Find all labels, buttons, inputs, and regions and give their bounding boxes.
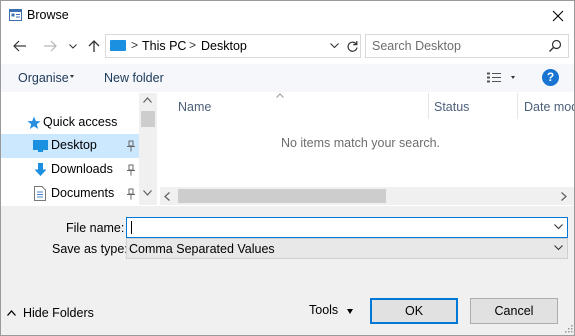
- file-list-pane: Name Status Date mod No items match your…: [160, 93, 575, 205]
- text-cursor: [131, 221, 132, 234]
- sidebar-item-documents[interactable]: Documents: [0, 182, 139, 206]
- breadcrumb-desktop[interactable]: Desktop: [201, 39, 247, 53]
- download-icon: [34, 163, 47, 176]
- command-bar: Organise New folder ?: [0, 64, 575, 92]
- close-icon: [552, 10, 563, 21]
- scroll-down-icon[interactable]: [143, 190, 152, 196]
- sidebar-item-label: Quick access: [43, 115, 118, 129]
- chevron-down-icon: [554, 245, 563, 251]
- close-button[interactable]: [541, 1, 574, 30]
- sidebar-item-downloads[interactable]: Downloads: [0, 158, 139, 182]
- recent-locations-button[interactable]: [66, 37, 80, 55]
- sidebar-item-label: Documents: [51, 186, 115, 200]
- column-header-date-modified[interactable]: Date mod: [524, 100, 575, 114]
- navigation-pane: Quick access Desktop Downloads Documents: [0, 93, 157, 205]
- star-icon: [27, 116, 41, 129]
- ok-button[interactable]: OK: [370, 298, 458, 324]
- filename-combobox[interactable]: [126, 217, 568, 238]
- up-arrow-icon: [88, 40, 100, 52]
- horizontal-scrollbar[interactable]: [160, 187, 575, 205]
- chevron-down-icon[interactable]: [554, 224, 563, 230]
- forward-arrow-icon: [44, 40, 57, 52]
- caret-down-icon[interactable]: [347, 309, 353, 314]
- filename-field[interactable]: [130, 220, 550, 235]
- pin-icon: [127, 188, 135, 200]
- back-button[interactable]: [10, 37, 30, 55]
- search-input[interactable]: [372, 38, 542, 54]
- caret-down-icon: [70, 75, 74, 78]
- scroll-thumb[interactable]: [178, 189, 386, 203]
- empty-results-message: No items match your search.: [280, 136, 441, 150]
- chevron-up-icon: [7, 310, 16, 316]
- help-button[interactable]: ?: [542, 69, 559, 86]
- chevron-down-icon: [69, 43, 77, 49]
- search-box[interactable]: [365, 34, 569, 58]
- scroll-right-icon[interactable]: [561, 192, 567, 201]
- window-title: Browse: [27, 8, 69, 22]
- refresh-button[interactable]: [343, 35, 361, 57]
- savetype-label: Save as type:: [52, 242, 128, 256]
- view-details-icon[interactable]: [486, 71, 502, 85]
- column-header-name[interactable]: Name: [178, 100, 211, 114]
- breadcrumb-separator[interactable]: >: [189, 38, 196, 52]
- sort-ascending-icon: [276, 93, 284, 98]
- forward-button[interactable]: [40, 37, 60, 55]
- back-arrow-icon: [13, 40, 26, 52]
- scroll-up-icon[interactable]: [143, 97, 152, 103]
- desktop-icon: [33, 140, 48, 152]
- document-icon: [34, 186, 46, 201]
- nav-vertical-scrollbar[interactable]: [139, 93, 157, 205]
- sidebar-item-label: Downloads: [51, 162, 113, 176]
- sidebar-item-label: Desktop: [51, 138, 97, 152]
- scroll-left-icon[interactable]: [164, 192, 170, 201]
- column-divider[interactable]: [517, 93, 518, 119]
- chevron-down-icon: [329, 43, 339, 49]
- scroll-thumb[interactable]: [141, 111, 155, 127]
- browse-dialog-icon: [9, 9, 22, 21]
- breadcrumb-separator[interactable]: >: [131, 38, 138, 52]
- organise-button[interactable]: Organise: [18, 71, 69, 85]
- pin-icon: [127, 140, 135, 152]
- filename-label: File name:: [66, 221, 125, 235]
- hide-folders-label: Hide Folders: [23, 306, 94, 320]
- column-divider[interactable]: [428, 93, 429, 119]
- up-button[interactable]: [85, 37, 103, 55]
- view-options-caret-icon[interactable]: [511, 76, 515, 79]
- pin-icon: [127, 164, 135, 176]
- resize-grip-icon[interactable]: [564, 324, 573, 333]
- refresh-icon: [347, 40, 358, 52]
- sidebar-item-quick-access[interactable]: Quick access: [0, 111, 139, 135]
- address-bar[interactable]: > This PC > Desktop: [105, 34, 361, 58]
- savetype-select[interactable]: Comma Separated Values: [126, 238, 568, 259]
- tools-button[interactable]: Tools: [309, 303, 338, 317]
- title-bar: Browse: [0, 0, 575, 31]
- save-form-area: File name: Save as type: Comma Separated…: [0, 206, 575, 336]
- address-dropdown-button[interactable]: [328, 39, 340, 53]
- new-folder-button[interactable]: New folder: [104, 71, 164, 85]
- savetype-selected-value: Comma Separated Values: [129, 242, 275, 256]
- search-icon[interactable]: [548, 39, 562, 53]
- cancel-button[interactable]: Cancel: [470, 298, 558, 324]
- this-pc-icon: [110, 40, 126, 51]
- breadcrumb-this-pc[interactable]: This PC: [142, 39, 186, 53]
- sidebar-item-desktop[interactable]: Desktop: [0, 134, 139, 158]
- column-header-status[interactable]: Status: [434, 100, 469, 114]
